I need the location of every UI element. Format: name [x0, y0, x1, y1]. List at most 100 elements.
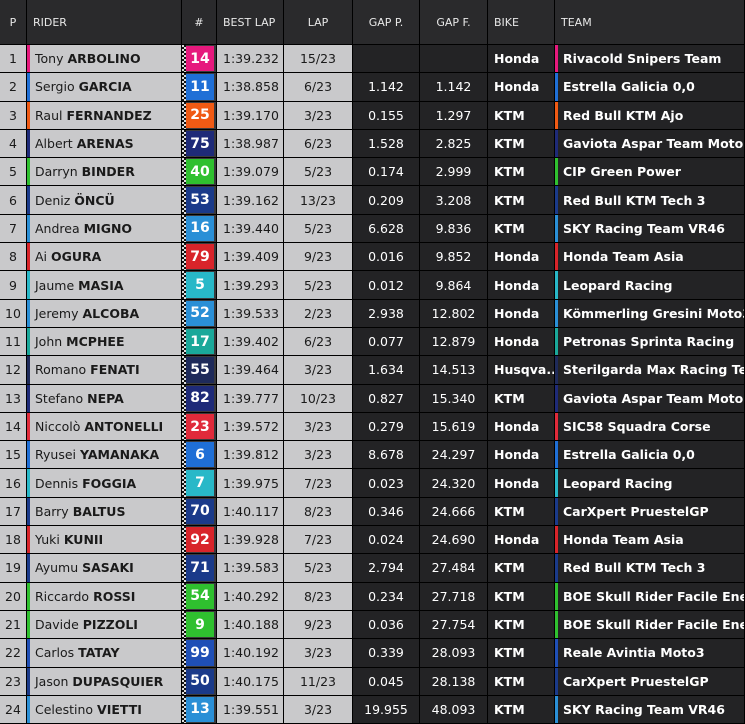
team-color-stripe	[555, 441, 558, 469]
best-lap-cell: 1:39.232	[217, 45, 284, 74]
team-color-stripe	[555, 214, 558, 243]
team-color-stripe	[27, 327, 30, 356]
team-name: Petronas Sprinta Racing	[563, 334, 735, 350]
gap-first-cell: 2.825	[420, 129, 488, 159]
table-row[interactable]: 22 Carlos TATAY 99 1:40.192 3/23 0.339 28.093 K…	[0, 639, 745, 668]
team-cell: Leopard Racing	[555, 469, 745, 498]
table-row[interactable]: 6 Deniz ÖNCÜ 53 1:39.162 13/23 0.209 3.208 KTM R…	[0, 186, 745, 215]
rider-first-name: Jaume	[35, 277, 75, 293]
col-header-best-lap[interactable]: BEST LAP	[217, 0, 284, 45]
team-color-stripe	[555, 299, 558, 327]
gap-first-cell: 28.093	[420, 639, 488, 668]
table-row[interactable]: 21 Davide PIZZOLI 9 1:40.188 9/23 0.036 27.754…	[0, 610, 745, 640]
col-header-gap-first[interactable]: GAP F.	[420, 0, 488, 45]
best-lap-cell: 1:39.293	[217, 271, 284, 300]
timing-table: P RIDER # BEST LAP LAP GAP P. GAP F. BIK…	[0, 0, 745, 724]
table-row[interactable]: 17 Barry BALTUS 70 1:40.117 8/23 0.346 24.666 K…	[0, 497, 745, 527]
table-row[interactable]: 16 Dennis FOGGIA 7 1:39.975 7/23 0.023 24.320 H…	[0, 469, 745, 498]
col-header-team[interactable]: TEAM	[555, 0, 745, 45]
number-cell: 9	[182, 610, 217, 640]
table-row[interactable]: 18 Yuki KUNII 92 1:39.928 7/23 0.024 24.690 Hon…	[0, 526, 745, 555]
table-row[interactable]: 2 Sergio GARCIA 11 1:38.858 6/23 1.142 1.142 Ho…	[0, 73, 745, 102]
lap-cell: 9/23	[284, 243, 353, 272]
team-color-stripe	[555, 101, 558, 129]
best-lap-cell: 1:40.117	[217, 497, 284, 527]
col-header-pos[interactable]: P	[0, 0, 27, 45]
lap-cell: 3/23	[284, 639, 353, 668]
bike-cell: KTM	[488, 186, 555, 215]
rider-first-name: Jeremy	[35, 305, 79, 321]
table-row[interactable]: 1 Tony ARBOLINO 14 1:39.232 15/23 Honda Rivaco…	[0, 45, 745, 74]
team-color-stripe	[555, 271, 558, 299]
team-color-stripe	[555, 526, 558, 554]
lap-cell: 15/23	[284, 45, 353, 74]
rider-cell: Celestino VIETTI	[27, 695, 182, 724]
rider-first-name: Davide	[35, 617, 79, 633]
rider-last-name: OGURA	[51, 249, 102, 265]
best-lap-cell: 1:39.079	[217, 158, 284, 187]
gap-previous-cell: 0.077	[353, 327, 420, 357]
rider-cell: John MCPHEE	[27, 327, 182, 357]
table-row[interactable]: 5 Darryn BINDER 40 1:39.079 5/23 0.174 2.999 KT…	[0, 158, 745, 187]
team-name: Sterilgarda Max Racing Team	[563, 362, 744, 378]
rider-number: 9	[186, 611, 214, 638]
rider-last-name: PIZZOLI	[82, 617, 138, 633]
rider-cell: Ayumu SASAKI	[27, 554, 182, 583]
table-row[interactable]: 14 Niccolò ANTONELLI 23 1:39.572 3/23 0.279 15…	[0, 412, 745, 442]
gap-first-cell	[420, 45, 488, 74]
team-color-stripe	[555, 639, 558, 667]
table-row[interactable]: 4 Albert ARENAS 75 1:38.987 6/23 1.528 2.825 KT…	[0, 129, 745, 159]
table-row[interactable]: 13 Stefano NEPA 82 1:39.777 10/23 0.827 15.340…	[0, 384, 745, 413]
rider-number: 17	[186, 328, 214, 355]
table-row[interactable]: 24 Celestino VIETTI 13 1:39.551 3/23 19.955 48…	[0, 695, 745, 724]
table-row[interactable]: 7 Andrea MIGNO 16 1:39.440 5/23 6.628 9.836 KTM…	[0, 214, 745, 244]
table-row[interactable]: 23 Jason DUPASQUIER 50 1:40.175 11/23 0.045 28…	[0, 667, 745, 696]
rider-cell: Andrea MIGNO	[27, 214, 182, 244]
team-name: Gaviota Aspar Team Moto3	[563, 136, 745, 152]
team-name: SKY Racing Team VR46	[563, 220, 725, 236]
gap-previous-cell: 2.938	[353, 299, 420, 328]
rider-last-name: FERNANDEZ	[66, 107, 152, 123]
table-row[interactable]: 8 Ai OGURA 79 1:39.409 9/23 0.016 9.852 Honda Ho…	[0, 243, 745, 272]
lap-cell: 5/23	[284, 554, 353, 583]
team-cell: BOE Skull Rider Facile Energy	[555, 582, 745, 611]
table-row[interactable]: 19 Ayumu SASAKI 71 1:39.583 5/23 2.794 27.484 K…	[0, 554, 745, 583]
rider-last-name: ARBOLINO	[67, 51, 141, 67]
table-row[interactable]: 15 Ryusei YAMANAKA 6 1:39.812 3/23 8.678 24.29…	[0, 441, 745, 470]
rider-first-name: Stefano	[35, 390, 84, 406]
timing-table-body: 1 Tony ARBOLINO 14 1:39.232 15/23 Honda Rivaco…	[0, 45, 745, 724]
rider-cell: Albert ARENAS	[27, 129, 182, 159]
gap-first-cell: 27.484	[420, 554, 488, 583]
number-cell: 71	[182, 554, 217, 583]
col-header-lap[interactable]: LAP	[284, 0, 353, 45]
col-header-bike[interactable]: BIKE	[488, 0, 555, 45]
rider-number: 6	[186, 442, 214, 468]
bike-cell: Husqva...	[488, 356, 555, 385]
table-row[interactable]: 20 Riccardo ROSSI 54 1:40.292 8/23 0.234 27.71…	[0, 582, 745, 611]
table-row[interactable]: 12 Romano FENATI 55 1:39.464 3/23 1.634 14.513…	[0, 356, 745, 385]
table-row[interactable]: 3 Raul FERNANDEZ 25 1:39.170 3/23 0.155 1.297 K…	[0, 101, 745, 130]
col-header-rider[interactable]: RIDER	[27, 0, 182, 45]
col-header-gap-previous[interactable]: GAP P.	[353, 0, 420, 45]
number-cell: 5	[182, 271, 217, 300]
team-color-stripe	[555, 45, 558, 73]
team-color-stripe	[555, 356, 558, 384]
rider-first-name: Ayumu	[35, 560, 79, 576]
bike-cell: KTM	[488, 214, 555, 244]
table-row[interactable]: 10 Jeremy ALCOBA 52 1:39.533 2/23 2.938 12.802…	[0, 299, 745, 328]
team-name: CIP Green Power	[563, 164, 681, 180]
team-name: Estrella Galicia 0,0	[563, 447, 695, 463]
gap-previous-cell: 8.678	[353, 441, 420, 470]
gap-first-cell: 1.297	[420, 101, 488, 130]
rider-cell: Barry BALTUS	[27, 497, 182, 527]
rider-first-name: Darryn	[35, 164, 78, 180]
table-row[interactable]: 9 Jaume MASIA 5 1:39.293 5/23 0.012 9.864 Honda…	[0, 271, 745, 300]
team-color-stripe	[27, 610, 30, 639]
bike-cell: Honda	[488, 73, 555, 102]
col-header-number[interactable]: #	[182, 0, 217, 45]
table-row[interactable]: 11 John MCPHEE 17 1:39.402 6/23 0.077 12.879 Ho…	[0, 327, 745, 357]
lap-cell: 11/23	[284, 667, 353, 696]
best-lap-cell: 1:39.464	[217, 356, 284, 385]
best-lap-cell: 1:39.975	[217, 469, 284, 498]
number-cell: 6	[182, 441, 217, 470]
